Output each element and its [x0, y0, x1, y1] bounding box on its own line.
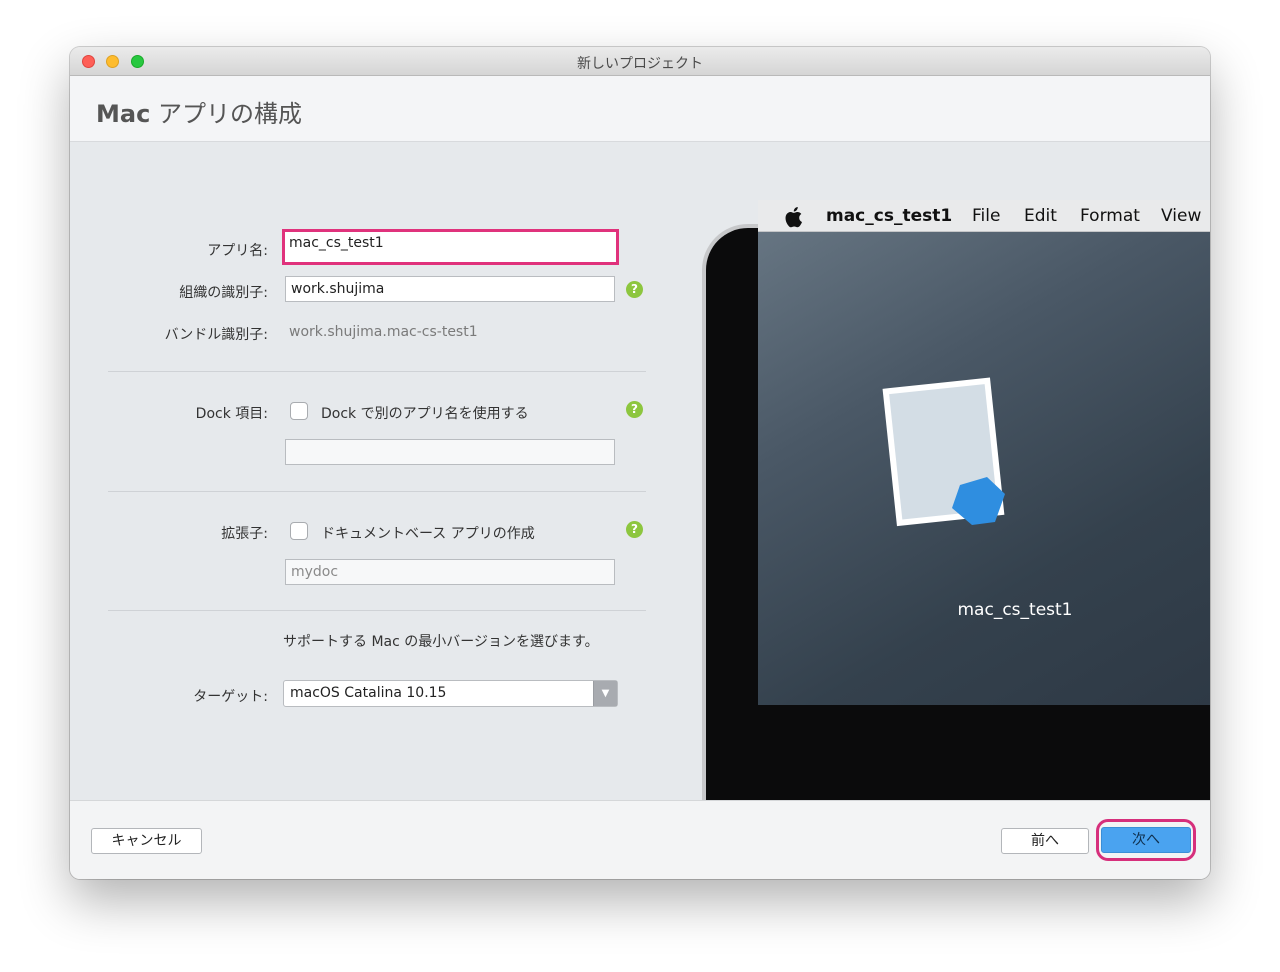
- back-button[interactable]: 前へ: [1001, 828, 1089, 854]
- apple-logo-icon: [785, 207, 802, 228]
- preview-menu-view: View: [1161, 206, 1202, 226]
- separator: [108, 610, 646, 611]
- preview-menu-app: mac_cs_test1: [826, 206, 953, 226]
- org-id-field[interactable]: work.shujima: [285, 276, 615, 302]
- target-select[interactable]: macOS Catalina 10.15 ▼: [283, 680, 618, 707]
- org-id-help-icon[interactable]: ?: [626, 281, 643, 298]
- target-description: サポートする Mac の最小バージョンを選びます。: [283, 634, 599, 650]
- preview-menu-format: Format: [1080, 206, 1140, 226]
- extension-label: 拡張子:: [221, 526, 268, 542]
- extension-field[interactable]: mydoc: [285, 559, 615, 585]
- app-name-label: アプリ名:: [207, 243, 268, 259]
- dock-name-field[interactable]: [285, 439, 615, 465]
- window-title: 新しいプロジェクト: [577, 56, 703, 72]
- page-title: Mac アプリの構成: [96, 94, 302, 129]
- document-based-checkbox-label[interactable]: ドキュメントベース アプリの作成: [321, 523, 535, 543]
- bundle-id-value: work.shujima.mac-cs-test1: [289, 324, 478, 340]
- cancel-button[interactable]: キャンセル: [91, 828, 202, 854]
- page-title-bold: Mac: [96, 100, 151, 128]
- preview-menu-bar: mac_cs_test1 File Edit Format View: [758, 200, 1210, 232]
- dock-name-checkbox-label[interactable]: Dock で別のアプリ名を使用する: [321, 403, 529, 423]
- dock-item-label: Dock 項目:: [195, 406, 268, 422]
- footer-bar: キャンセル 前へ 次へ: [70, 800, 1210, 879]
- document-based-checkbox[interactable]: [290, 522, 308, 540]
- bundle-id-label: バンドル識別子:: [164, 327, 268, 343]
- target-select-value: macOS Catalina 10.15: [290, 685, 447, 701]
- app-icon-label: mac_cs_test1: [957, 600, 1073, 620]
- org-id-label: 組織の識別子:: [179, 285, 268, 301]
- preview-menu-edit: Edit: [1024, 206, 1057, 226]
- separator: [108, 371, 646, 372]
- target-label: ターゲット:: [193, 689, 268, 705]
- next-button[interactable]: 次へ: [1101, 827, 1191, 853]
- title-bar: 新しいプロジェクト: [70, 47, 1210, 76]
- new-project-window: 新しいプロジェクト Mac アプリの構成 アプリ名: mac_cs_test1 …: [70, 47, 1210, 879]
- separator: [108, 491, 646, 492]
- preview-menu-file: File: [972, 206, 1001, 226]
- dock-help-icon[interactable]: ?: [626, 401, 643, 418]
- page-header: Mac アプリの構成: [70, 76, 1210, 142]
- extension-help-icon[interactable]: ?: [626, 521, 643, 538]
- page-title-rest: アプリの構成: [150, 100, 302, 128]
- chevron-down-icon[interactable]: ▼: [593, 681, 617, 706]
- dock-name-checkbox[interactable]: [290, 402, 308, 420]
- app-name-field[interactable]: mac_cs_test1: [282, 229, 619, 265]
- app-document-icon: [882, 377, 1005, 527]
